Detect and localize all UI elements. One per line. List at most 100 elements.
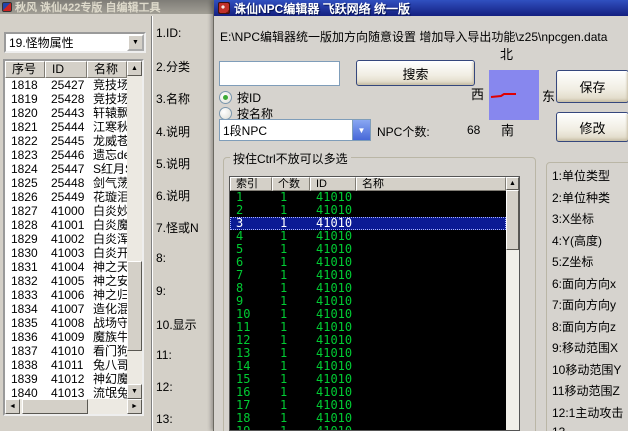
- table-cell: [356, 347, 506, 360]
- table-cell: 5: [230, 243, 272, 256]
- list-row[interactable]: 183841011兔八哥: [5, 358, 127, 372]
- list-row[interactable]: 182741000白炎妙: [5, 204, 127, 218]
- list-cell: 1835: [11, 316, 51, 330]
- table-row[interactable]: 14141010: [230, 360, 506, 373]
- scroll-up-icon[interactable]: ▲: [506, 177, 519, 190]
- list-row[interactable]: 182525448剑气荡: [5, 176, 127, 190]
- list-row[interactable]: 183541008战场守: [5, 316, 127, 330]
- table-cell: 15: [230, 373, 272, 386]
- npc-editor-app-icon: [218, 2, 230, 14]
- property-label-column: 1:单位类型2:单位种类3:X坐标4:Y(高度)5:Z坐标6:面向方向x7:面向…: [552, 167, 628, 431]
- list-cell: 1837: [11, 344, 51, 358]
- vscroll-thumb[interactable]: [506, 190, 519, 250]
- column-header-name[interactable]: 名称: [87, 61, 127, 78]
- list-row[interactable]: 183141004神之天: [5, 260, 127, 274]
- hscroll-track[interactable]: [88, 399, 127, 414]
- search-button[interactable]: 搜索: [356, 60, 475, 86]
- table-row[interactable]: 2141010: [230, 204, 506, 217]
- chevron-down-icon[interactable]: ▼: [352, 120, 370, 140]
- table-row[interactable]: 18141010: [230, 412, 506, 425]
- field-label: 2.分类: [156, 58, 190, 72]
- table-cell: 8: [230, 282, 272, 295]
- list-cell: 1832: [11, 274, 51, 288]
- table-row[interactable]: 7141010: [230, 269, 506, 282]
- table-row[interactable]: 9141010: [230, 295, 506, 308]
- table-cell: [356, 256, 506, 269]
- multiselect-hint: 按住Ctrl不放可以多选: [230, 150, 351, 167]
- search-by-id-radio[interactable]: 按ID: [219, 90, 261, 104]
- table-cell: 16: [230, 386, 272, 399]
- list-row[interactable]: 184041013流氓兔: [5, 386, 127, 399]
- list-row[interactable]: 183441007造化混: [5, 302, 127, 316]
- field-label: 3.名称: [156, 90, 190, 104]
- table-row[interactable]: 13141010: [230, 347, 506, 360]
- table-row[interactable]: 16141010: [230, 386, 506, 399]
- save-button[interactable]: 保存: [556, 70, 628, 103]
- column-header-id[interactable]: ID: [45, 61, 87, 78]
- radio-selected-icon[interactable]: [219, 91, 232, 104]
- list-row[interactable]: 182425447S红月S: [5, 162, 127, 176]
- table-cell: 1: [272, 204, 310, 217]
- npc-table-body: 1141010214101031410104141010514101061410…: [230, 191, 506, 430]
- search-by-id-label: 按ID: [237, 89, 261, 106]
- list-row[interactable]: 182841001白炎魔: [5, 218, 127, 232]
- left-titlebar[interactable]: 秋风 诛仙422专版 自编辑工具: [0, 0, 214, 14]
- category-dropdown[interactable]: 19.怪物属性 ▼: [4, 32, 146, 53]
- list-row[interactable]: 181925428竞技场: [5, 92, 127, 106]
- list-cell: 41005: [51, 274, 93, 288]
- table-row[interactable]: 4141010: [230, 230, 506, 243]
- column-header-count[interactable]: 个数: [272, 177, 310, 191]
- compass-direction-pad[interactable]: [489, 70, 539, 120]
- list-row[interactable]: 182625449花璇泪: [5, 190, 127, 204]
- table-cell: 10: [230, 308, 272, 321]
- scroll-down-icon[interactable]: ▼: [127, 384, 142, 399]
- table-row[interactable]: 8141010: [230, 282, 506, 295]
- column-header-index[interactable]: 索引: [230, 177, 272, 191]
- radio-unselected-icon[interactable]: [219, 107, 232, 120]
- list-row[interactable]: 182941002白炎浑: [5, 232, 127, 246]
- search-by-name-radio[interactable]: 按名称: [219, 106, 273, 120]
- table-row[interactable]: 5141010: [230, 243, 506, 256]
- right-titlebar[interactable]: 诛仙NPC编辑器 飞跃网络 统一版: [214, 0, 628, 16]
- monster-list-hscrollbar[interactable]: ◄ ►: [5, 399, 142, 414]
- table-cell: 1: [272, 360, 310, 373]
- vscroll-thumb[interactable]: [127, 261, 142, 351]
- list-row[interactable]: 181825427竞技场: [5, 78, 127, 92]
- list-row[interactable]: 183241005神之安: [5, 274, 127, 288]
- scroll-left-icon[interactable]: ◄: [5, 399, 20, 414]
- table-row[interactable]: 19141010: [230, 425, 506, 430]
- scroll-up-icon[interactable]: ▲: [127, 61, 142, 76]
- list-cell: 神之安: [93, 274, 127, 288]
- chevron-down-icon[interactable]: ▼: [127, 34, 144, 51]
- npc-table-vscrollbar[interactable]: ▲: [506, 177, 519, 430]
- table-row[interactable]: 1141010: [230, 191, 506, 204]
- monster-list-vscrollbar[interactable]: ▲ ▼: [127, 61, 142, 399]
- list-row[interactable]: 183941012神幻魔: [5, 372, 127, 386]
- table-row[interactable]: 15141010: [230, 373, 506, 386]
- table-row[interactable]: 6141010: [230, 256, 506, 269]
- list-row[interactable]: 183041003白炎开: [5, 246, 127, 260]
- list-row[interactable]: 182125444江寒秋: [5, 120, 127, 134]
- list-row[interactable]: 182325446遗忘de: [5, 148, 127, 162]
- table-row[interactable]: 3141010: [230, 217, 506, 230]
- search-input[interactable]: [219, 61, 340, 86]
- table-row[interactable]: 17141010: [230, 399, 506, 412]
- list-row[interactable]: 182225445龙威苍: [5, 134, 127, 148]
- field-label: 11:: [156, 348, 172, 362]
- list-row[interactable]: 182025443轩辕飘: [5, 106, 127, 120]
- table-cell: 6: [230, 256, 272, 269]
- table-row[interactable]: 10141010: [230, 308, 506, 321]
- table-row[interactable]: 11141010: [230, 321, 506, 334]
- table-row[interactable]: 12141010: [230, 334, 506, 347]
- scroll-right-icon[interactable]: ►: [127, 399, 142, 414]
- list-row[interactable]: 183741010看门狗: [5, 344, 127, 358]
- column-header-id[interactable]: ID: [310, 177, 356, 191]
- column-header-serial[interactable]: 序号: [5, 61, 45, 78]
- npc-section-dropdown[interactable]: 1段NPC ▼: [219, 119, 371, 141]
- modify-button[interactable]: 修改: [556, 112, 628, 142]
- list-row[interactable]: 183641009魔族牛: [5, 330, 127, 344]
- list-row[interactable]: 183341006神之归: [5, 288, 127, 302]
- hscroll-thumb[interactable]: [22, 399, 88, 414]
- table-cell: [356, 269, 506, 282]
- column-header-name[interactable]: 名称: [356, 177, 506, 191]
